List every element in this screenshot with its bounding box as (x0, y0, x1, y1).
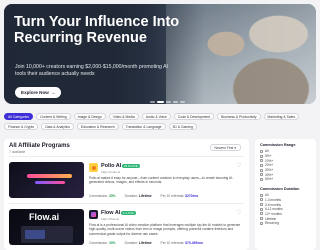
program-url[interactable]: https://pollo.ai (101, 170, 120, 174)
hero-title: Turn Your Influence Into Recurring Reven… (14, 14, 180, 46)
carousel-dot[interactable] (180, 101, 185, 103)
checkbox[interactable] (260, 154, 263, 158)
program-card[interactable]: Flow.ai Flow AI # 4 AIVE https://flow.ai… (9, 203, 244, 249)
category-chip[interactable]: Image & Design (73, 113, 106, 120)
rank-badge: # 4 AIVE (121, 210, 136, 215)
program-stats: Commission: 30% Duration: Lifetime Per 1… (89, 194, 199, 198)
explore-now-label: Explore Now (21, 90, 49, 95)
checkbox[interactable] (260, 207, 263, 211)
program-count: 7 available (9, 150, 26, 154)
category-chip[interactable]: Marketing & Sales (263, 113, 300, 120)
category-chip[interactable]: Finance & Crypto (4, 123, 39, 130)
category-chip-all[interactable]: All Categories (4, 113, 34, 120)
programs-panel: All Affiliate Programs 7 available Newes… (4, 139, 249, 250)
commission-value: 30% (108, 194, 116, 198)
checkbox[interactable] (260, 212, 263, 216)
pollo-logo-icon (89, 163, 98, 172)
hero-subtitle: Join 10,000+ creators earning $2,000-$15… (15, 64, 168, 77)
carousel-dot[interactable] (173, 101, 178, 103)
program-name[interactable]: Pollo AI (101, 163, 121, 169)
earnings-value: $75-499/mo (185, 241, 204, 245)
hero-banner: Turn Your Influence Into Recurring Reven… (4, 4, 316, 104)
bookmark-icon[interactable]: ♡ (236, 163, 242, 169)
program-thumbnail: Flow.ai (9, 209, 84, 245)
checkbox[interactable] (260, 217, 263, 221)
checkbox[interactable] (260, 177, 263, 181)
carousel-dot-active[interactable] (157, 101, 164, 103)
checkbox[interactable] (260, 198, 263, 202)
duration-option[interactable]: Recurring (260, 221, 311, 226)
program-stats: Commission: 30% Duration: Lifetime Per 1… (89, 241, 204, 245)
category-chip[interactable]: Translation & Language (121, 123, 166, 130)
duration-value: Lifetime (138, 194, 152, 198)
checkbox[interactable] (260, 173, 263, 177)
carousel-dots (150, 101, 185, 103)
duration-value: Lifetime (138, 241, 152, 245)
checkbox[interactable] (260, 159, 263, 163)
carousel-dot[interactable] (166, 101, 171, 103)
program-description: Flow.ai is a professional AI video creat… (89, 223, 241, 236)
program-url[interactable]: https://flow.ai (101, 217, 119, 221)
category-chip[interactable]: Education & Research (76, 123, 119, 130)
category-chip[interactable]: Content & Writing (36, 113, 71, 120)
category-chip[interactable]: Video & Media (108, 113, 139, 120)
commission-value: 30% (108, 241, 116, 245)
arrow-right-icon: → (50, 90, 56, 95)
bookmark-icon[interactable]: ♡ (236, 210, 242, 216)
category-chip[interactable]: Code & Development (173, 113, 215, 120)
program-description: Pollo.ai makes it easy for anyone—from c… (89, 176, 234, 185)
filter-sidebar: Commission Range All 5%+ 10%+ 20%+ 30%+ … (255, 139, 316, 250)
checkbox[interactable] (260, 149, 263, 153)
category-chip[interactable]: Business & Productivity (217, 113, 261, 120)
category-chip[interactable]: Data & Analytics (41, 123, 74, 130)
section-title: All Affiliate Programs (9, 143, 70, 149)
checkbox[interactable] (260, 163, 263, 167)
checkbox[interactable] (260, 203, 263, 207)
category-chip[interactable]: 3D & Gaming (168, 123, 197, 130)
rank-badge: #9 IN AIVE (122, 163, 140, 168)
chevron-down-icon: ▾ (234, 146, 236, 150)
flow-logo-icon (89, 210, 98, 219)
duration-filter-title: Commission Duration (260, 186, 300, 191)
explore-now-button[interactable]: Explore Now → (15, 87, 62, 98)
checkbox[interactable] (260, 193, 263, 197)
carousel-dot[interactable] (150, 101, 155, 103)
category-filter-bar: All Categories Content & Writing Image &… (4, 113, 316, 130)
checkbox[interactable] (260, 168, 263, 172)
program-card[interactable]: Pollo AI #9 IN AIVE https://pollo.ai ♡ P… (9, 156, 244, 202)
checkbox[interactable] (260, 221, 263, 225)
commission-filter-title: Commission Range (260, 143, 296, 147)
program-thumbnail (9, 162, 84, 198)
sort-dropdown[interactable]: Newest First ▾ (209, 144, 241, 151)
program-name[interactable]: Flow AI (101, 210, 120, 216)
earnings-value: $270/mo (185, 194, 199, 198)
category-chip[interactable]: Audio & Voice (141, 113, 171, 120)
